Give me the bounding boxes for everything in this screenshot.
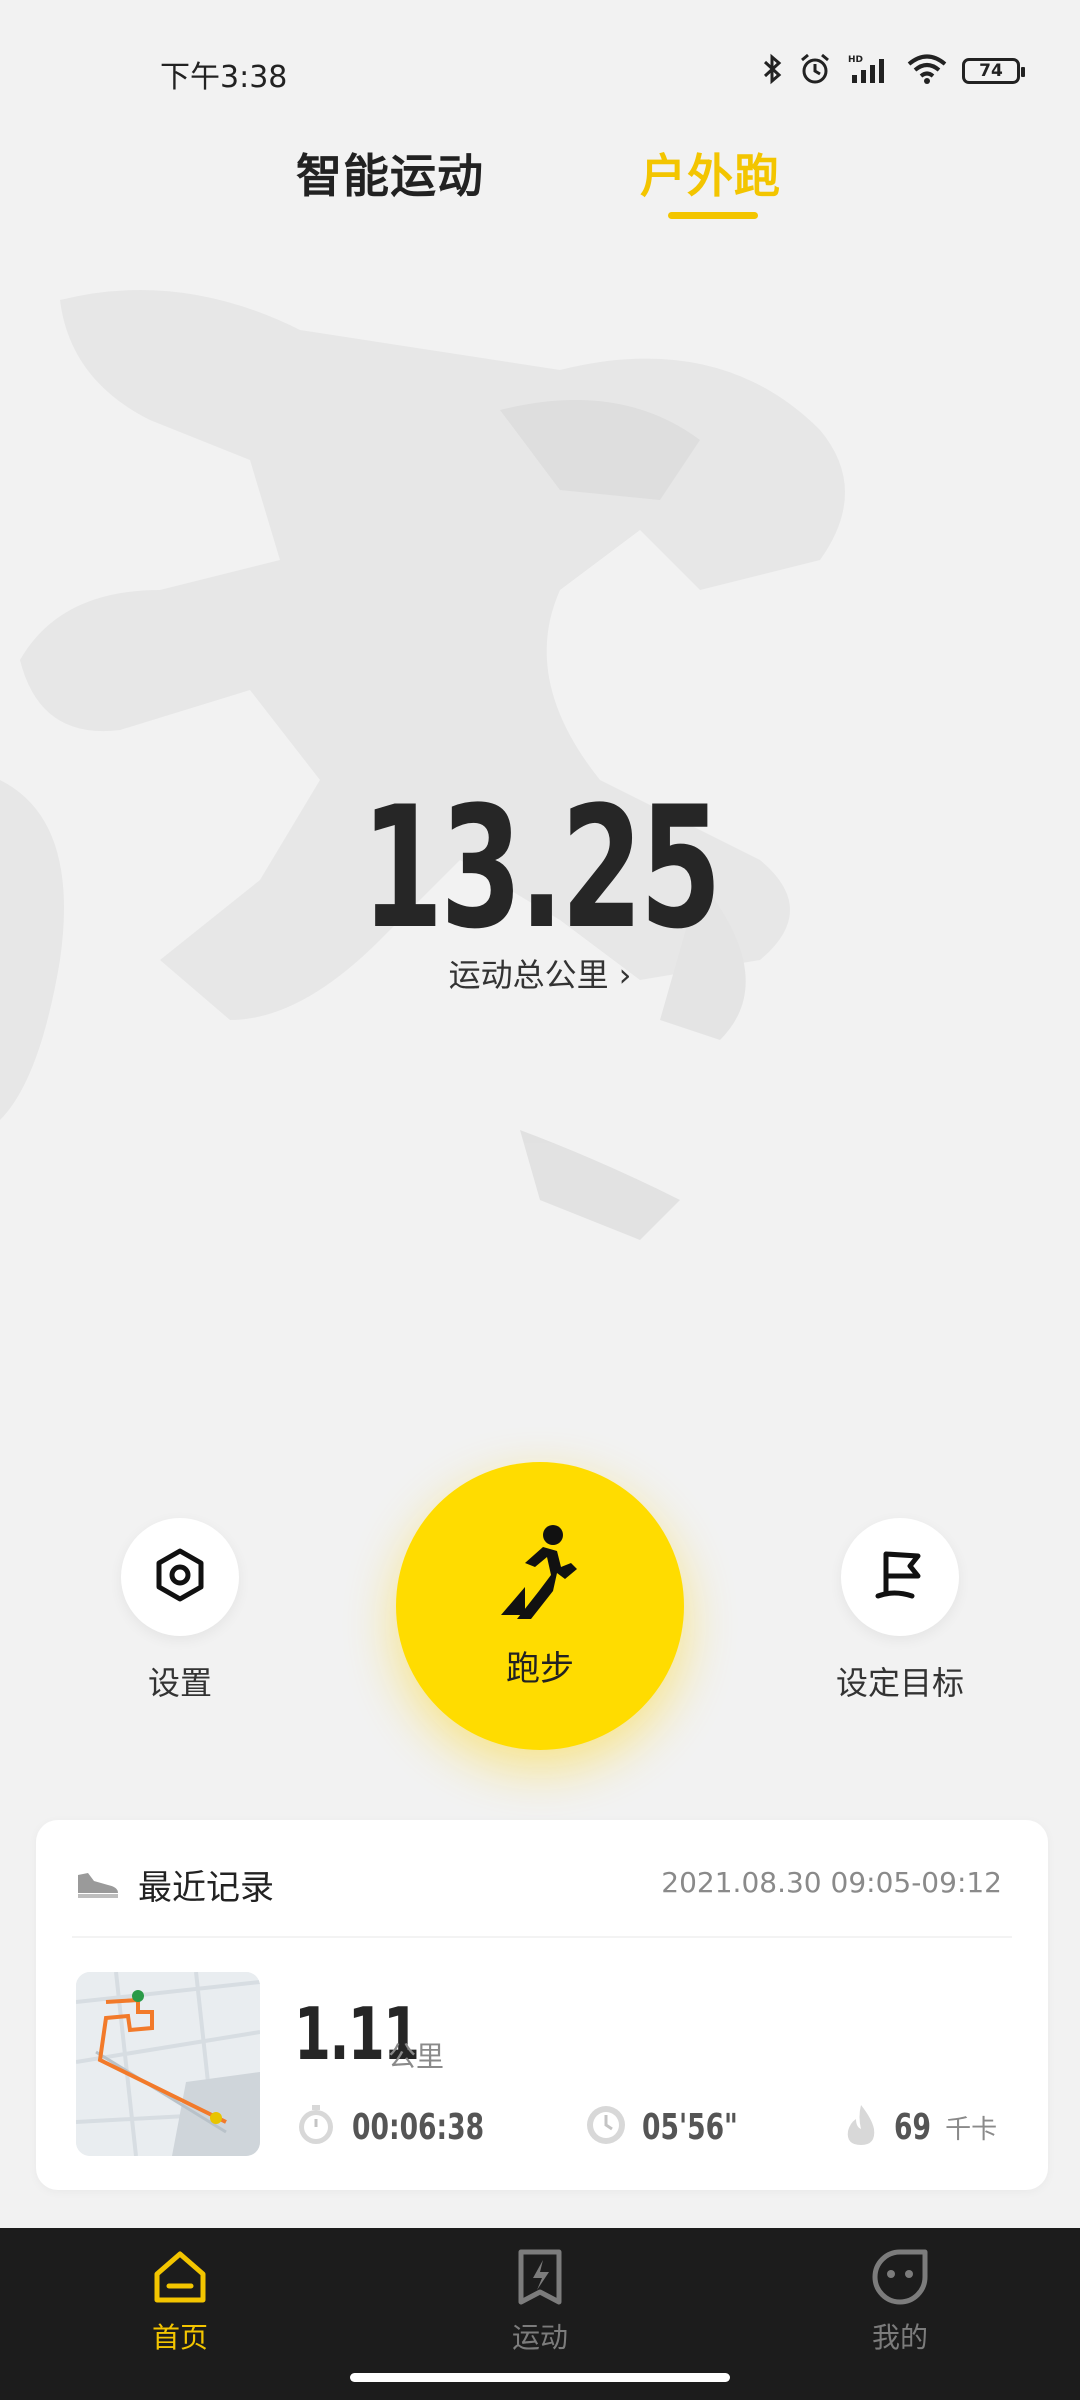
nav-sport-label: 运动 (511, 2321, 568, 2354)
total-distance-link[interactable]: 运动总公里 › (0, 950, 1080, 996)
calories-value: 69 (894, 2106, 931, 2148)
calories-stat: 69 千卡 (842, 2103, 997, 2151)
record-date: 2021.08.30 09:05-09:12 (661, 1866, 1002, 1899)
nav-sport[interactable]: 运动 (460, 2246, 620, 2356)
status-icons: HD 74 (762, 52, 1025, 90)
shoe-icon (74, 1867, 120, 1903)
settings-label: 设置 (147, 1664, 212, 1702)
set-goal-button[interactable]: 设定目标 (820, 1518, 980, 1704)
record-header: 最近记录 (74, 1860, 274, 1909)
duration-value: 00:06:38 (352, 2106, 485, 2148)
signal-icon: HD (846, 53, 892, 89)
recent-record-card[interactable]: 最近记录 2021.08.30 09:05-09:12 1.11 公里 00:0… (36, 1820, 1048, 2190)
battery-level: 74 (979, 61, 1003, 81)
home-indicator-bar[interactable] (350, 2373, 730, 2382)
total-distance-label: 运动总公里 (448, 956, 609, 994)
nav-me[interactable]: 我的 (820, 2246, 980, 2356)
pace-stat: 05'56" (584, 2103, 759, 2151)
tab-outdoor-run[interactable]: 户外跑 (640, 140, 781, 206)
record-distance-unit: 公里 (388, 2040, 445, 2073)
stopwatch-icon (294, 2103, 338, 2151)
top-tabs: 智能运动 户外跑 (0, 140, 1080, 220)
status-bar: 下午3:38 HD 74 (0, 0, 1080, 150)
nav-home-label: 首页 (151, 2321, 208, 2354)
flag-icon (872, 1546, 928, 1608)
flame-icon (842, 2103, 880, 2151)
set-goal-label: 设定目标 (835, 1664, 964, 1702)
status-time: 下午3:38 (160, 60, 288, 95)
divider (72, 1936, 1012, 1938)
goal-circle (841, 1518, 959, 1636)
svg-text:HD: HD (848, 55, 863, 65)
home-icon (149, 2251, 211, 2312)
active-tab-indicator (668, 212, 758, 219)
recent-record-title: 最近记录 (138, 1868, 274, 1908)
tab-smart-sport[interactable]: 智能运动 (296, 140, 484, 206)
lightning-bookmark-icon (509, 2249, 571, 2312)
face-icon (869, 2249, 931, 2312)
nav-home[interactable]: 首页 (100, 2246, 260, 2356)
clock-icon (584, 2103, 628, 2151)
chevron-right-icon: › (618, 956, 632, 994)
battery-icon: 74 (962, 58, 1025, 84)
total-distance-value: 13.25 (361, 770, 721, 966)
alarm-icon (798, 52, 832, 90)
nav-me-label: 我的 (871, 2321, 928, 2354)
runner-icon (495, 1523, 585, 1627)
settings-circle (121, 1518, 239, 1636)
bluetooth-icon (762, 53, 784, 89)
start-run-button[interactable]: 跑步 (396, 1462, 684, 1750)
calories-unit: 千卡 (945, 2114, 998, 2145)
run-label: 跑步 (506, 1648, 574, 1689)
wifi-icon (906, 53, 948, 89)
settings-button[interactable]: 设置 (120, 1518, 240, 1704)
pace-value: 05'56" (642, 2106, 738, 2148)
settings-hexagon-icon (152, 1547, 208, 1607)
duration-stat: 00:06:38 (294, 2103, 513, 2151)
route-map-thumbnail[interactable] (76, 1972, 260, 2156)
